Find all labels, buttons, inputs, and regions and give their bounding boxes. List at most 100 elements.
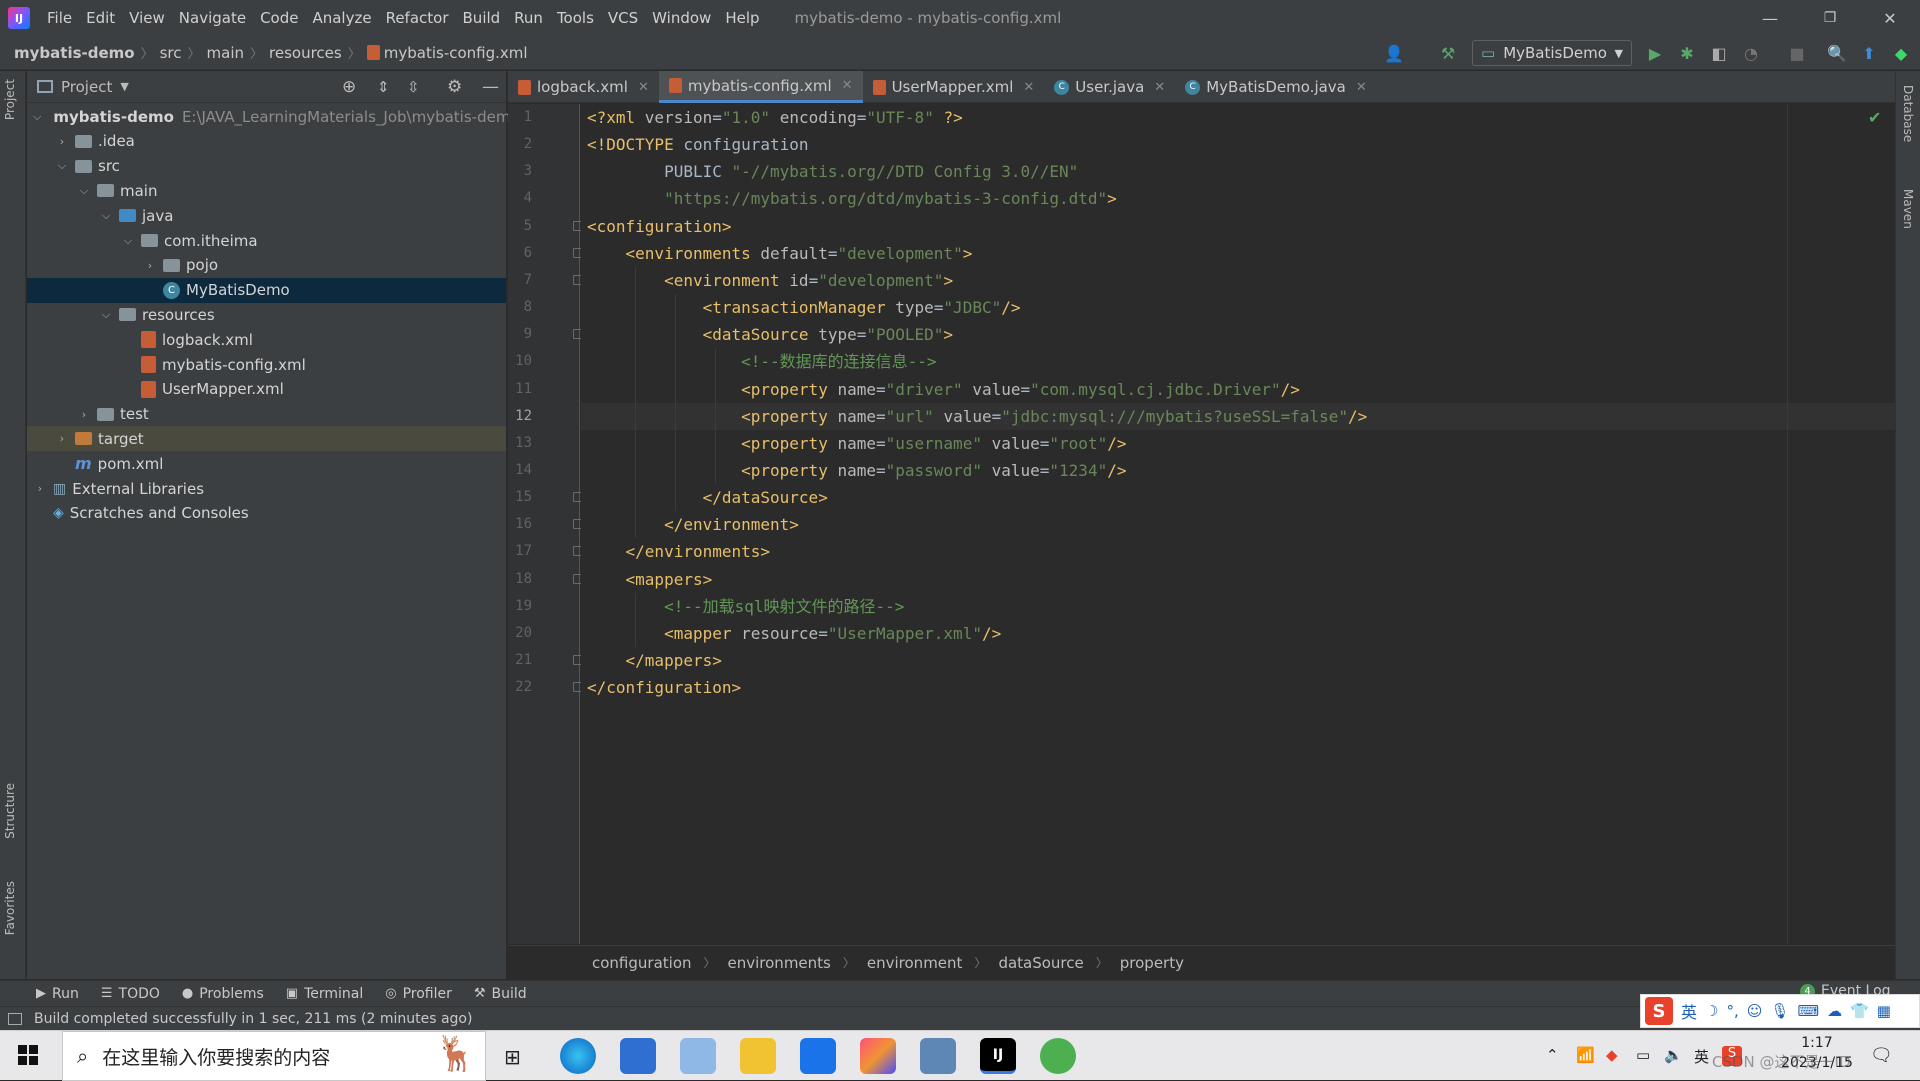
code-line[interactable]: <!--数据库的连接信息--> bbox=[587, 348, 936, 375]
tool-window-terminal[interactable]: ▣ Terminal bbox=[286, 986, 363, 1002]
profile-icon[interactable]: ◔ bbox=[1739, 41, 1763, 65]
status-toggle-icon[interactable] bbox=[8, 1012, 22, 1025]
chevron-down-icon[interactable]: ⌵ bbox=[99, 308, 113, 322]
skin-icon[interactable]: ☁ bbox=[1827, 1002, 1842, 1020]
favorites-tab[interactable]: Favorites bbox=[3, 881, 17, 935]
wechat-icon[interactable] bbox=[1040, 1038, 1076, 1074]
tree-item[interactable]: logback.xml bbox=[27, 327, 506, 352]
microphone-icon[interactable]: 🎙 bbox=[1770, 1002, 1789, 1020]
menu-run[interactable]: Run bbox=[507, 9, 550, 27]
code-line[interactable]: "https://mybatis.org/dtd/mybatis-3-confi… bbox=[587, 185, 1117, 212]
structure-tab[interactable]: Structure bbox=[3, 783, 17, 839]
taskbar-search-box[interactable]: ⌕ 在这里输入你要搜索的内容 🦌 bbox=[62, 1031, 486, 1081]
menu-vcs[interactable]: VCS bbox=[601, 9, 645, 27]
tree-item[interactable]: › pojo bbox=[27, 253, 506, 278]
menu-window[interactable]: Window bbox=[645, 9, 718, 27]
coverage-icon[interactable]: ◧ bbox=[1707, 41, 1731, 65]
project-tab[interactable]: Project bbox=[3, 79, 17, 120]
tool-window-todo[interactable]: ☰ TODO bbox=[101, 986, 160, 1002]
intellij-logo-icon[interactable]: IJ bbox=[8, 7, 30, 29]
chevron-right-icon[interactable]: › bbox=[55, 135, 69, 148]
menu-code[interactable]: Code bbox=[253, 9, 305, 27]
tree-item[interactable]: ⌵ mybatis-demo E:\JAVA_LearningMaterials_J… bbox=[27, 104, 520, 129]
tree-item[interactable]: › test bbox=[27, 402, 506, 427]
code-line[interactable]: <environment id="development"> bbox=[587, 267, 953, 294]
close-tab-icon[interactable]: ✕ bbox=[1154, 80, 1165, 95]
database-tab[interactable]: Database bbox=[1901, 85, 1915, 142]
hide-panel-icon[interactable]: — bbox=[482, 77, 499, 97]
inspection-ok-icon[interactable]: ✔ bbox=[1868, 108, 1881, 127]
chevron-right-icon[interactable]: › bbox=[143, 259, 157, 272]
editor-tab[interactable]: logback.xml ✕ bbox=[508, 71, 659, 103]
chevron-right-icon[interactable]: › bbox=[33, 482, 47, 495]
tree-item[interactable]: › target bbox=[27, 426, 506, 452]
expand-all-icon[interactable]: ⇕ bbox=[377, 78, 390, 96]
editor-tab[interactable]: C User.java ✕ bbox=[1044, 71, 1175, 103]
code-line[interactable]: <property name="url" value="jdbc:mysql:/… bbox=[587, 403, 1367, 430]
punctuation-icon[interactable]: °, bbox=[1726, 1002, 1738, 1020]
stop-icon[interactable]: ■ bbox=[1785, 41, 1809, 65]
store-icon[interactable] bbox=[620, 1038, 656, 1074]
menu-edit[interactable]: Edit bbox=[79, 9, 122, 27]
code-line[interactable]: <dataSource type="POOLED"> bbox=[587, 321, 953, 348]
maven-tab[interactable]: Maven bbox=[1901, 189, 1915, 229]
clock-time[interactable]: 1:17 bbox=[1772, 1035, 1862, 1051]
close-tab-icon[interactable]: ✕ bbox=[842, 78, 853, 93]
tree-item[interactable]: ⌵ java bbox=[27, 203, 506, 228]
minimize-button[interactable]: — bbox=[1740, 0, 1800, 36]
search-everywhere-icon[interactable]: 🔍 bbox=[1825, 41, 1849, 65]
user-icon[interactable]: 👤 bbox=[1382, 41, 1406, 65]
task-view-icon[interactable]: ⊞ bbox=[504, 1045, 521, 1069]
tree-item[interactable]: ⌵ resources bbox=[27, 302, 506, 327]
project-panel-title[interactable]: Project bbox=[61, 78, 112, 96]
tree-item[interactable]: ◈ Scratches and Consoles bbox=[27, 501, 506, 526]
tree-item[interactable]: › .idea bbox=[27, 129, 506, 154]
editor-tab[interactable]: C MyBatisDemo.java ✕ bbox=[1175, 71, 1377, 103]
tool-window-build[interactable]: ⚒ Build bbox=[474, 986, 527, 1002]
crumb-file[interactable]: mybatis-config.xml bbox=[384, 44, 528, 62]
code-line[interactable]: <!DOCTYPE configuration bbox=[587, 131, 809, 158]
code-line[interactable]: <transactionManager type="JDBC"/> bbox=[587, 294, 1021, 321]
code-line[interactable]: </configuration> bbox=[587, 674, 741, 701]
menu-refactor[interactable]: Refactor bbox=[379, 9, 456, 27]
menu-tools[interactable]: Tools bbox=[550, 9, 601, 27]
tree-item[interactable]: C MyBatisDemo bbox=[27, 277, 506, 303]
debug-icon[interactable]: ✱ bbox=[1675, 41, 1699, 65]
tree-item[interactable]: UserMapper.xml bbox=[27, 377, 506, 402]
code-line[interactable]: <property name="driver" value="com.mysql… bbox=[587, 376, 1300, 403]
app-s-icon[interactable] bbox=[800, 1038, 836, 1074]
locate-icon[interactable]: ⊕ bbox=[342, 77, 356, 97]
chevron-down-icon[interactable]: ⌵ bbox=[99, 209, 113, 223]
chevron-down-icon[interactable]: ⌵ bbox=[121, 234, 135, 248]
code-line[interactable]: </environment> bbox=[587, 511, 799, 538]
close-tab-icon[interactable]: ✕ bbox=[638, 80, 649, 95]
xml-crumb-datasource[interactable]: dataSource bbox=[998, 954, 1083, 972]
tree-item[interactable]: › ▥ External Libraries bbox=[27, 476, 506, 501]
xml-crumb-environment[interactable]: environment bbox=[867, 954, 963, 972]
code-line[interactable]: <property name="username" value="root"/> bbox=[587, 430, 1126, 457]
crumb-main[interactable]: main bbox=[207, 44, 244, 62]
chevron-right-icon[interactable]: › bbox=[77, 408, 91, 421]
menu-build[interactable]: Build bbox=[456, 9, 508, 27]
moon-icon[interactable]: ☽ bbox=[1705, 1002, 1718, 1020]
crumb-src[interactable]: src bbox=[160, 44, 182, 62]
run-icon[interactable]: ▶ bbox=[1643, 41, 1667, 65]
code-line[interactable]: <!--加载sql映射文件的路径--> bbox=[587, 593, 904, 620]
xml-crumb-property[interactable]: property bbox=[1120, 954, 1184, 972]
code-line[interactable]: PUBLIC "-//mybatis.org//DTD Config 3.0//… bbox=[587, 158, 1078, 185]
close-tab-icon[interactable]: ✕ bbox=[1023, 80, 1034, 95]
keyboard-icon[interactable]: ⌨ bbox=[1797, 1002, 1819, 1020]
menu-file[interactable]: File bbox=[40, 9, 79, 27]
build-hammer-icon[interactable]: ⚒ bbox=[1436, 41, 1460, 65]
emoji-icon[interactable]: ☺ bbox=[1747, 1002, 1763, 1020]
code-line[interactable]: </dataSource> bbox=[587, 484, 828, 511]
sogou-logo-icon[interactable]: S bbox=[1645, 997, 1673, 1025]
chevron-right-icon[interactable]: › bbox=[55, 432, 69, 445]
editor-tab[interactable]: mybatis-config.xml ✕ bbox=[658, 71, 863, 103]
toolbox-icon[interactable] bbox=[860, 1038, 896, 1074]
windows-start-icon[interactable] bbox=[18, 1045, 38, 1065]
gear-icon[interactable]: ⚙ bbox=[447, 77, 462, 97]
intellij-taskbar-icon[interactable]: IJ bbox=[980, 1038, 1016, 1074]
tray-chevron-up-icon[interactable]: ⌃ bbox=[1546, 1046, 1559, 1064]
chevron-down-icon[interactable]: ⌵ bbox=[33, 110, 41, 124]
